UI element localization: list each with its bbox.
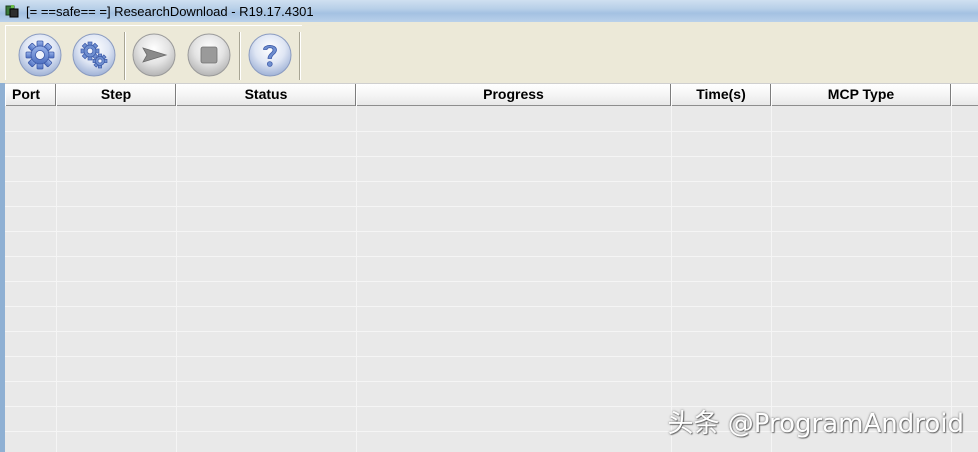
stop-download-button[interactable] <box>187 33 231 77</box>
gear-icon <box>18 33 62 77</box>
column-header-filler <box>951 84 978 106</box>
grid-line <box>5 306 978 307</box>
research-download-window: [= ==safe== =] ResearchDownload - R19.17… <box>0 0 978 452</box>
table-header: Port Step Status Progress Time(s) MCP Ty… <box>5 83 978 106</box>
grid-line <box>5 156 978 157</box>
settings-button[interactable] <box>72 33 116 77</box>
toolbar-separator <box>124 32 126 80</box>
grid-line <box>356 106 357 452</box>
grid-line <box>5 206 978 207</box>
toolbar-separator <box>299 32 301 80</box>
help-button[interactable] <box>248 33 292 77</box>
load-packet-button[interactable] <box>18 33 62 77</box>
stop-square-icon <box>187 33 231 77</box>
column-header-mcp-type[interactable]: MCP Type <box>771 84 951 106</box>
gears-icon <box>72 33 116 77</box>
column-header-time[interactable]: Time(s) <box>671 84 771 106</box>
toolbar <box>0 22 978 84</box>
toolbar-frame <box>5 25 302 80</box>
play-arrow-icon <box>132 33 176 77</box>
watermark: 头条 @ProgramAndroid <box>667 409 965 439</box>
grid-line <box>5 131 978 132</box>
port-list-table[interactable]: Port Step Status Progress Time(s) MCP Ty… <box>5 83 978 452</box>
grid-line <box>951 106 952 452</box>
grid-line <box>5 181 978 182</box>
toolbar-separator <box>239 32 241 80</box>
window-title: [= ==safe== =] ResearchDownload - R19.17… <box>26 3 314 19</box>
column-header-port[interactable]: Port <box>5 84 56 106</box>
grid-line <box>5 231 978 232</box>
question-mark-icon <box>248 33 292 77</box>
start-download-button[interactable] <box>132 33 176 77</box>
title-bar[interactable]: [= ==safe== =] ResearchDownload - R19.17… <box>0 0 978 22</box>
grid-line <box>671 106 672 452</box>
grid-line <box>176 106 177 452</box>
grid-line <box>5 356 978 357</box>
grid-line <box>771 106 772 452</box>
app-icon <box>4 3 20 19</box>
column-header-progress[interactable]: Progress <box>356 84 671 106</box>
grid-line <box>5 331 978 332</box>
column-header-step[interactable]: Step <box>56 84 176 106</box>
grid-line <box>56 106 57 452</box>
grid-line <box>5 381 978 382</box>
column-header-status[interactable]: Status <box>176 84 356 106</box>
grid-line <box>5 256 978 257</box>
grid-line <box>5 281 978 282</box>
